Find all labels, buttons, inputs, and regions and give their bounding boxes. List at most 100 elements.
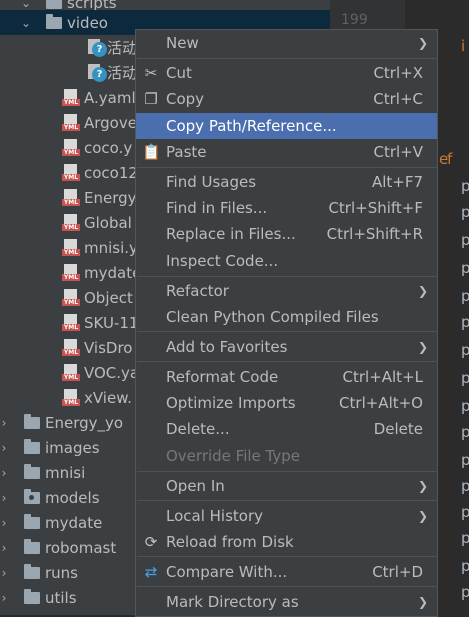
menu-item-inspect-code[interactable]: Inspect Code...	[136, 248, 437, 274]
tree-item-label: Energy	[84, 188, 137, 207]
menu-item-add-to-favorites[interactable]: Add to Favorites ❯	[136, 334, 437, 360]
yaml-file-icon: YML	[62, 239, 80, 256]
menu-item-local-history[interactable]: Local History ❯	[136, 503, 437, 529]
tree-item-label: Argove	[84, 113, 137, 132]
menu-item-find-usages[interactable]: Find Usages Alt+F7	[136, 169, 437, 195]
menu-item-new[interactable]: New ❯	[136, 30, 437, 56]
tree-item-label: models	[45, 488, 100, 507]
code-fragment: p	[461, 287, 469, 305]
menu-item-reload-from-disk[interactable]: ⟳ Reload from Disk	[136, 529, 437, 555]
menu-item-label: Add to Favorites	[166, 338, 288, 356]
menu-item-label: Optimize Imports	[166, 394, 296, 412]
chevron-right-icon[interactable]: ›	[0, 466, 10, 480]
yaml-file-icon: YML	[62, 364, 80, 381]
tree-item-label: mnisi.y	[84, 238, 138, 257]
folder-icon	[24, 488, 40, 504]
tree-item-label: utils	[45, 588, 77, 607]
tree-item-label: Global	[84, 213, 132, 232]
menu-item-compare-with[interactable]: ⇄ Compare With... Ctrl+D	[136, 559, 437, 585]
reload-icon: ⟳	[144, 533, 158, 551]
menu-separator	[137, 58, 438, 59]
tree-item-label: mnisi	[45, 463, 86, 482]
yaml-file-icon: YML	[62, 264, 80, 281]
tree-item-label: VOC.ya	[84, 363, 140, 382]
menu-item-label: Reload from Disk	[166, 533, 294, 551]
menu-item-label: Copy Path/Reference...	[166, 117, 337, 135]
tree-item-label: Object	[84, 288, 133, 307]
tree-item-label: 活动	[107, 64, 138, 82]
chevron-right-icon[interactable]: ›	[0, 591, 10, 605]
code-fragment: p	[461, 259, 469, 277]
code-fragment: p	[461, 583, 469, 601]
menu-item-find-in-files[interactable]: Find in Files... Ctrl+Shift+F	[136, 195, 437, 221]
menu-item-cut[interactable]: ✂ Cut Ctrl+X	[136, 60, 437, 86]
menu-item-shortcut: Ctrl+C	[373, 90, 423, 108]
menu-separator	[137, 331, 438, 332]
menu-separator	[137, 276, 438, 277]
yaml-file-icon: YML	[62, 189, 80, 206]
chevron-right-icon[interactable]: ›	[0, 566, 10, 580]
chevron-down-icon[interactable]: ⌄	[20, 0, 32, 10]
menu-item-paste[interactable]: 📋 Paste Ctrl+V	[136, 139, 437, 165]
tree-item-label: VisDro	[84, 338, 133, 357]
menu-item-shortcut: Ctrl+Alt+L	[342, 368, 424, 386]
menu-item-label: Delete...	[166, 420, 230, 438]
menu-item-clean-python-compiled-files[interactable]: Clean Python Compiled Files	[136, 304, 437, 330]
menu-item-label: Cut	[166, 64, 192, 82]
menu-item-label: Local History	[166, 507, 264, 525]
chevron-right-icon: ❯	[417, 36, 428, 50]
menu-item-label: Compare With...	[166, 563, 288, 581]
chevron-right-icon[interactable]: ›	[0, 441, 10, 455]
chevron-right-icon: ❯	[417, 479, 428, 493]
chevron-right-icon[interactable]: ›	[0, 416, 10, 430]
menu-item-override-file-type: Override File Type	[136, 443, 437, 469]
code-fragment: p	[461, 341, 469, 359]
code-fragment: p	[461, 397, 469, 415]
menu-item-shortcut: Ctrl+Shift+F	[328, 199, 423, 217]
menu-item-label: New	[166, 34, 199, 52]
menu-item-label: Mark Directory as	[166, 593, 299, 611]
chevron-right-icon[interactable]: ›	[0, 491, 10, 505]
tree-item-label: coco.y	[84, 138, 133, 157]
tree-item-label: xView.	[84, 388, 132, 407]
menu-item-optimize-imports[interactable]: Optimize Imports Ctrl+Alt+O	[136, 390, 437, 416]
menu-item-label: Find Usages	[166, 173, 257, 191]
menu-item-delete[interactable]: Delete... Delete	[136, 416, 437, 442]
yaml-file-icon: YML	[62, 339, 80, 356]
folder-icon	[24, 463, 40, 479]
menu-item-label: Copy	[166, 90, 205, 108]
chevron-right-icon[interactable]: ›	[0, 516, 10, 530]
menu-item-replace-in-files[interactable]: Replace in Files... Ctrl+Shift+R	[136, 221, 437, 247]
folder-icon	[46, 13, 62, 29]
menu-item-copy[interactable]: ❐ Copy Ctrl+C	[136, 86, 437, 112]
yaml-file-icon: YML	[62, 139, 80, 156]
menu-item-refactor[interactable]: Refactor ❯	[136, 278, 437, 304]
yaml-file-icon: YML	[62, 89, 80, 106]
menu-item-label: Find in Files...	[166, 199, 268, 217]
paste-icon: 📋	[142, 143, 161, 161]
chevron-down-icon[interactable]: ⌄	[20, 16, 32, 30]
code-fragment: p	[461, 503, 469, 521]
menu-separator	[137, 471, 438, 472]
menu-item-label: Open In	[166, 477, 225, 495]
menu-item-mark-directory-as[interactable]: Mark Directory as ❯	[136, 589, 437, 615]
menu-item-copy-path-reference[interactable]: Copy Path/Reference...	[136, 113, 437, 139]
folder-icon	[24, 588, 40, 604]
code-fragment: p	[461, 477, 469, 495]
chevron-right-icon[interactable]: ›	[0, 541, 10, 555]
menu-item-label: Reformat Code	[166, 368, 279, 386]
menu-item-label: Inspect Code...	[166, 252, 279, 270]
unknown-file-icon: ?	[88, 39, 107, 57]
line-number: 199	[341, 12, 368, 28]
menu-item-label: Replace in Files...	[166, 225, 296, 243]
tree-item-label: Energy_yo	[45, 413, 124, 432]
menu-separator	[137, 361, 438, 362]
unknown-file-icon: ?	[88, 64, 107, 82]
menu-item-shortcut: Ctrl+V	[373, 143, 423, 161]
menu-item-open-in[interactable]: Open In ❯	[136, 473, 437, 499]
yaml-file-icon: YML	[62, 114, 80, 131]
chevron-right-icon: ❯	[417, 340, 428, 354]
menu-item-reformat-code[interactable]: Reformat Code Ctrl+Alt+L	[136, 364, 437, 390]
code-fragment: p	[461, 203, 469, 221]
tree-item-label: coco12	[84, 163, 138, 182]
